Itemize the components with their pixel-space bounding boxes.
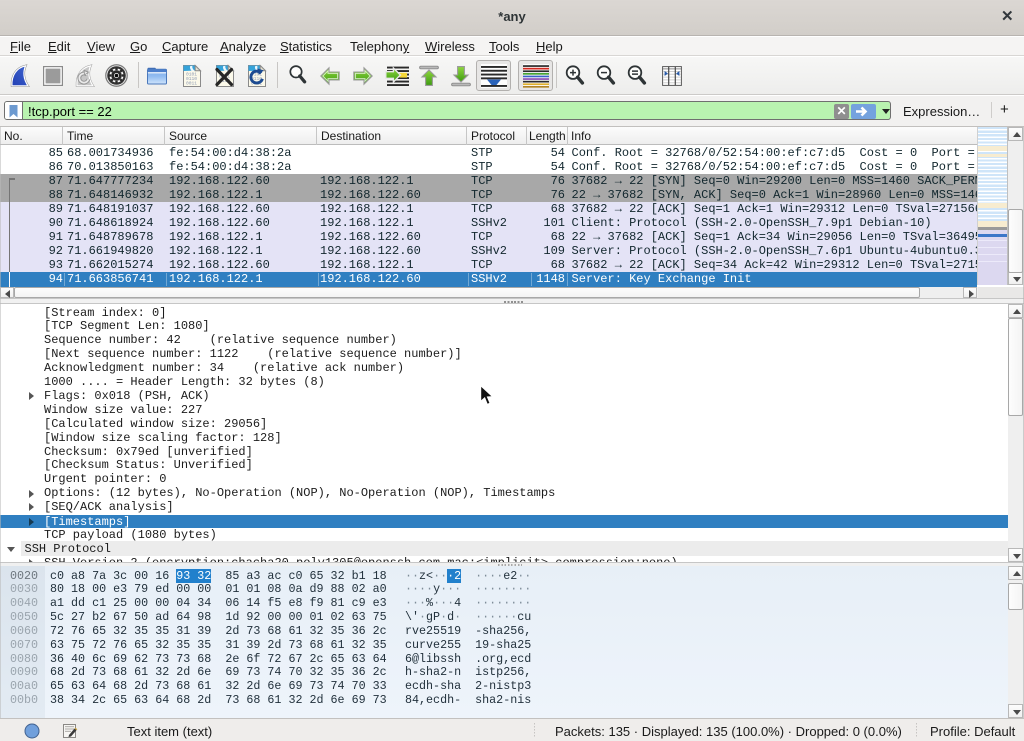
svg-text:0011: 0011 [186,81,197,87]
